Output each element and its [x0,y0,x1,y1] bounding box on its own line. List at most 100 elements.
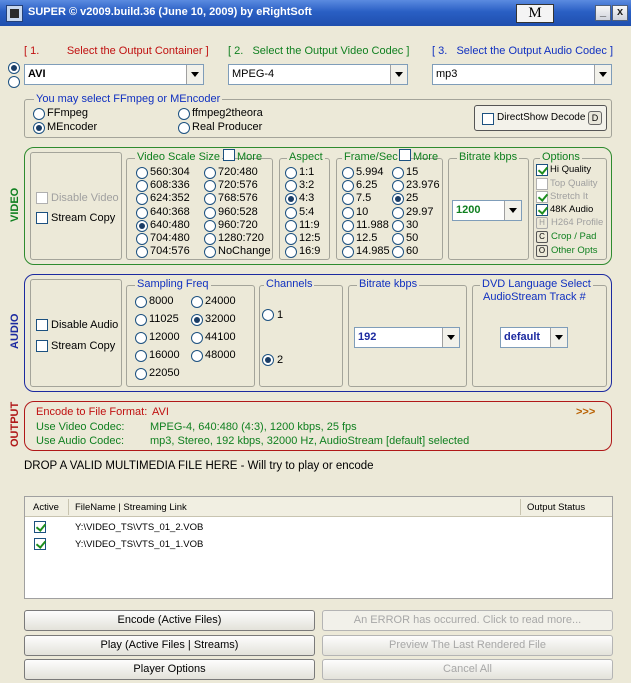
scale-option-radio[interactable] [136,167,148,179]
aspect-option-radio[interactable] [285,167,297,179]
channel-2-radio[interactable] [262,354,274,366]
disable-video-checkbox[interactable] [36,192,48,204]
column-active[interactable]: Active [33,502,59,513]
drop-zone-text[interactable]: DROP A VALID MULTIMEDIA FILE HERE - Will… [24,460,374,472]
scale-option-radio[interactable] [204,233,216,245]
scale-option-radio[interactable] [204,219,216,232]
fps-option-radio[interactable] [392,206,404,219]
dvd-track-select[interactable]: default [500,327,568,348]
aspect-option-radio[interactable] [285,206,297,219]
cancel-all-button[interactable]: Cancel All [322,659,613,680]
chevron-down-icon[interactable] [550,328,567,347]
file-row-1-checkbox[interactable] [34,521,46,533]
fps-option-radio[interactable] [342,167,354,179]
hi-quality-checkbox[interactable] [536,164,548,176]
encode-button[interactable]: Encode (Active Files) [24,610,315,631]
fps-option-radio[interactable] [342,206,354,219]
stretch-checkbox[interactable] [536,191,548,203]
ffmpeg2theora-radio[interactable] [178,108,190,120]
fps-option-radio[interactable] [392,167,404,179]
file-list[interactable]: Active FileName | Streaming Link Output … [24,496,613,599]
scale-more-checkbox[interactable] [223,149,235,161]
real-producer-label: Real Producer [192,121,263,133]
player-options-button[interactable]: Player Options [24,659,315,680]
play-button[interactable]: Play (Active Files | Streams) [24,635,315,656]
title-bar[interactable]: SUPER © v2009.build.36 (June 10, 2009) b… [0,0,631,26]
other-opts-badge-icon[interactable]: O [536,245,548,257]
output-video-label: Use Video Codec: [36,421,125,433]
scale-option-label: 608:336 [150,179,190,192]
container-select[interactable]: AVI [24,64,204,85]
sampling-option-radio[interactable] [135,368,147,380]
real-producer-radio[interactable] [178,122,190,134]
fps-option-label: 50 [406,232,419,244]
minimize-button[interactable]: _ [595,5,611,21]
mencoder-radio[interactable] [33,122,45,134]
sampling-option-radio[interactable] [135,296,147,308]
directshow-checkbox[interactable] [482,113,494,125]
scale-option-radio[interactable] [204,206,216,219]
sampling-option-radio[interactable] [191,332,203,344]
aspect-option-radio[interactable] [285,233,297,245]
h264-badge-icon[interactable]: H [536,217,548,229]
m-button[interactable]: M [516,4,554,23]
preview-button[interactable]: Preview The Last Rendered File [322,635,613,656]
video-scale-title: Video Scale Size [135,151,222,163]
column-filename[interactable]: FileName | Streaming Link [75,502,187,513]
sampling-option-label: 32000 [205,313,236,325]
sampling-option-radio[interactable] [135,350,147,362]
crop-badge-icon[interactable]: C [536,231,548,243]
output-audio-value: mp3, Stereo, 192 kbps, 32000 Hz, AudioSt… [150,435,470,447]
scale-option-label: 560:304 [150,166,190,178]
fps-more-checkbox[interactable] [399,149,411,161]
chevron-down-icon[interactable] [594,65,611,84]
ffmpeg-radio[interactable] [33,108,45,120]
column-status[interactable]: Output Status [527,502,585,513]
sampling-option-radio[interactable] [191,350,203,362]
aspect-option-radio[interactable] [285,219,297,232]
chevron-down-icon[interactable] [390,65,407,84]
mode-radio-1[interactable] [8,62,20,74]
audio-codec-select[interactable]: mp3 [432,64,612,85]
file-row-2-checkbox[interactable] [34,538,46,550]
sampling-option-radio[interactable] [135,314,147,326]
audio-bitrate-title: Bitrate kbps [357,278,420,290]
mode-radio-2[interactable] [8,76,20,88]
sampling-option-radio[interactable] [191,314,203,326]
other-opts-label[interactable]: Other Opts [551,245,597,256]
crop-pad-label[interactable]: Crop / Pad [551,231,596,242]
fps-option-radio[interactable] [392,233,404,245]
channel-1-radio[interactable] [262,309,274,321]
output-more-button[interactable]: >>> [576,406,595,418]
chevron-down-icon[interactable] [186,65,203,84]
audio-bitrate-select[interactable]: 192 [354,327,460,348]
chevron-down-icon[interactable] [442,328,459,347]
video-bitrate-select[interactable]: 1200 [452,200,522,221]
top-quality-checkbox[interactable] [536,178,548,190]
48k-audio-checkbox[interactable] [536,204,548,216]
fps-option-radio[interactable] [342,233,354,245]
file-row-1-path[interactable]: Y:\VIDEO_TS\VTS_01_2.VOB [75,522,203,533]
disable-audio-checkbox[interactable] [36,319,48,331]
fps-option-radio[interactable] [392,219,404,232]
scale-option-radio[interactable] [136,219,148,232]
chevron-down-icon[interactable] [504,201,521,220]
error-button[interactable]: An ERROR has occurred. Click to read mor… [322,610,613,631]
video-codec-select[interactable]: MPEG-4 [228,64,408,85]
fps-option-radio[interactable] [342,219,354,232]
audio-stream-copy-checkbox[interactable] [36,340,48,352]
sampling-option-radio[interactable] [191,296,203,308]
close-button[interactable]: x [612,5,628,21]
dvd-language-title: DVD Language Select [480,278,593,290]
scale-option-radio[interactable] [136,233,148,245]
output-section-title: OUTPUT [9,401,21,447]
video-stream-copy-checkbox[interactable] [36,212,48,224]
directshow-decode-button[interactable]: DirectShow Decode D [474,105,607,131]
file-row-2-path[interactable]: Y:\VIDEO_TS\VTS_01_1.VOB [75,539,203,550]
sampling-option-label: 22050 [149,367,180,379]
aspect-option-label: 16:9 [299,245,321,258]
step1-header: [ 1. Select the Output Container ] [24,45,209,57]
scale-option-radio[interactable] [136,206,148,219]
sampling-option-radio[interactable] [135,332,147,344]
scale-option-radio[interactable] [204,167,216,179]
